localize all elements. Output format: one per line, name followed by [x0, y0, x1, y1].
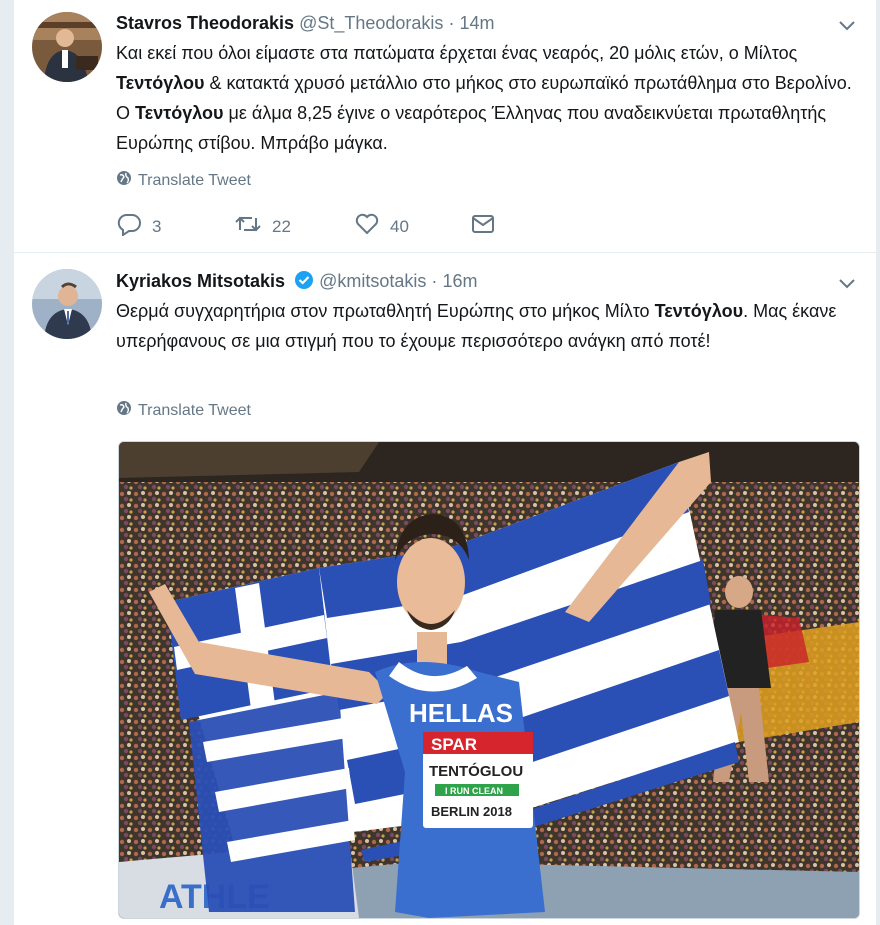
reply-count: 3 — [152, 216, 162, 236]
author-handle[interactable]: @St_Theodorakis — [299, 13, 443, 33]
tweet-mitsotakis[interactable]: Kyriakos Mitsotakis @kmitsotakis · 16m Θ… — [14, 253, 876, 925]
tweet-timestamp[interactable]: 14m — [459, 13, 494, 33]
tweet-text-part: Θερμά συγχαρητήρια στον πρωταθλητή Ευρώπ… — [116, 301, 655, 321]
bib-event: BERLIN 2018 — [431, 804, 512, 819]
translate-label: Translate Tweet — [138, 401, 251, 419]
chevron-down-icon[interactable] — [836, 14, 858, 36]
tweet-text-bold: Τεντόγλου — [135, 103, 224, 123]
globe-icon — [116, 400, 132, 421]
like-count: 40 — [390, 216, 409, 236]
tweet-timestamp[interactable]: 16m — [442, 271, 477, 291]
tweet-text-bold: Τεντόγλου — [654, 301, 744, 321]
separator-dot: · — [431, 271, 438, 291]
tweet-photo[interactable]: ATHLE — [118, 441, 860, 919]
heart-icon — [354, 212, 380, 241]
author-name[interactable]: Kyriakos Mitsotakis — [116, 271, 285, 291]
author-name[interactable]: Stavros Theodorakis — [116, 13, 294, 33]
bib-tagline: I RUN CLEAN — [445, 786, 503, 796]
tweet-actions: 3 22 40 — [116, 212, 496, 241]
translate-label: Translate Tweet — [138, 171, 251, 189]
like-button[interactable]: 40 — [354, 212, 470, 241]
tweet-text-part: Και εκεί που όλοι είμαστε στα πατώματα έ… — [116, 43, 798, 63]
avatar[interactable] — [32, 269, 102, 339]
tweet-header: Stavros Theodorakis @St_Theodorakis · 14… — [116, 12, 494, 34]
avatar[interactable] — [32, 12, 102, 82]
tweet-text: Θερμά συγχαρητήρια στον πρωταθλητή Ευρώπ… — [116, 296, 868, 356]
retweet-count: 22 — [272, 216, 291, 236]
tweet-header: Kyriakos Mitsotakis @kmitsotakis · 16m — [116, 270, 477, 295]
separator-dot: · — [448, 13, 455, 33]
tweet-text-bold: Τεντόγλου — [116, 73, 205, 93]
chevron-down-icon[interactable] — [836, 272, 858, 294]
jersey-text: HELLAS — [409, 698, 513, 728]
direct-message-button[interactable] — [470, 212, 496, 241]
retweet-button[interactable]: 22 — [234, 212, 354, 241]
globe-icon — [116, 170, 132, 191]
timeline: Stavros Theodorakis @St_Theodorakis · 14… — [14, 0, 876, 925]
reply-icon — [116, 212, 142, 241]
bib-name: TENTÓGLOU — [429, 762, 523, 780]
translate-tweet-link[interactable]: Translate Tweet — [116, 400, 251, 421]
author-handle[interactable]: @kmitsotakis — [319, 271, 426, 291]
tweet-theodorakis[interactable]: Stavros Theodorakis @St_Theodorakis · 14… — [14, 0, 876, 253]
reply-button[interactable]: 3 — [116, 212, 234, 241]
retweet-icon — [234, 212, 262, 241]
tweet-text: Και εκεί που όλοι είμαστε στα πατώματα έ… — [116, 38, 868, 158]
message-icon — [470, 212, 496, 241]
bib-sponsor: SPAR — [431, 735, 477, 754]
translate-tweet-link[interactable]: Translate Tweet — [116, 170, 251, 191]
verified-badge-icon — [294, 270, 314, 295]
